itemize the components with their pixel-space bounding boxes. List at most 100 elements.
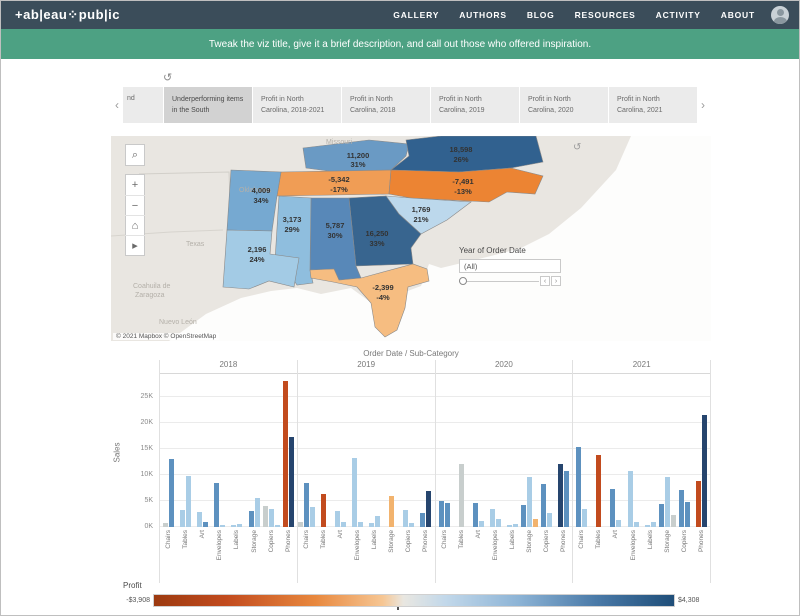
bar[interactable]	[610, 489, 615, 527]
bar[interactable]	[197, 512, 202, 527]
bar[interactable]	[702, 415, 707, 527]
sheet-tab[interactable]: Underperforming items in the South	[164, 87, 252, 123]
bar[interactable]	[263, 506, 268, 527]
sheet-tab[interactable]: Profit in North Carolina, 2018-2021	[253, 87, 341, 123]
bar[interactable]	[269, 509, 274, 527]
bar[interactable]	[473, 503, 478, 527]
nav-item-activity[interactable]: ACTIVITY	[656, 10, 701, 20]
bar[interactable]	[616, 520, 621, 527]
category-label: Art	[607, 527, 624, 583]
bar[interactable]	[547, 513, 552, 527]
sheet-tab[interactable]: Profit in North Carolina, 2019	[431, 87, 519, 123]
bar[interactable]	[521, 505, 526, 527]
zoom-in-icon[interactable]: +	[125, 175, 145, 195]
user-avatar-icon[interactable]	[771, 6, 789, 24]
category-label: Copiers	[538, 527, 555, 583]
tableau-public-logo[interactable]: +ab|eau⁘pub|ic	[15, 7, 120, 23]
undo-icon[interactable]: ↺	[163, 71, 172, 84]
tabs-scroll-left-icon[interactable]: ‹	[111, 98, 123, 112]
category-tables	[315, 374, 332, 527]
bar[interactable]	[582, 509, 587, 527]
sheet-tab[interactable]: Profit in North Carolina, 2018	[342, 87, 430, 123]
home-icon[interactable]: ⌂	[125, 215, 145, 235]
bar[interactable]	[628, 471, 633, 527]
pan-icon[interactable]: ▸	[125, 235, 145, 255]
nav-item-resources[interactable]: RESOURCES	[575, 10, 636, 20]
category-label: Phones	[555, 527, 572, 583]
sales-bar-chart: Order Date / Sub-Category Sales 0K5K10K1…	[111, 346, 711, 583]
bar[interactable]	[685, 502, 690, 527]
bar[interactable]	[389, 496, 394, 527]
map-reset-icon[interactable]: ↺	[573, 142, 581, 153]
year-filter-value[interactable]: (All)	[459, 259, 561, 273]
category-envelopes	[625, 374, 642, 527]
bar[interactable]	[169, 459, 174, 527]
bar[interactable]	[289, 437, 294, 527]
category-tables	[453, 374, 470, 527]
bar[interactable]	[665, 477, 670, 527]
bar[interactable]	[564, 471, 569, 527]
bar[interactable]	[283, 381, 288, 527]
slider-right-icon[interactable]: ›	[551, 276, 561, 286]
bar[interactable]	[403, 510, 408, 527]
legend-gradient-bar[interactable]	[153, 594, 675, 607]
slider-left-icon[interactable]: ‹	[540, 276, 550, 286]
year-group-2019: 2019ChairsTablesArtEnvelopesLabelsStorag…	[297, 360, 435, 583]
category-phones	[280, 374, 297, 527]
bar[interactable]	[255, 498, 260, 527]
bar[interactable]	[679, 490, 684, 527]
map-search-button[interactable]: ⌕	[125, 144, 145, 166]
top-navbar: +ab|eau⁘pub|ic GALLERY AUTHORS BLOG RESOURC…	[1, 1, 799, 29]
bar[interactable]	[186, 476, 191, 527]
nav-item-blog[interactable]: BLOG	[527, 10, 555, 20]
sheet-tab[interactable]: Profit in North Carolina, 2020	[520, 87, 608, 123]
bar[interactable]	[214, 483, 219, 527]
map-attribution[interactable]: © 2021 Mapbox © OpenStreetMap	[113, 333, 219, 340]
slider-track[interactable]	[459, 281, 539, 282]
bar[interactable]	[335, 511, 340, 527]
nav-item-about[interactable]: ABOUT	[721, 10, 755, 20]
year-filter-title: Year of Order Date	[459, 246, 673, 255]
bar[interactable]	[496, 519, 501, 527]
state-pct: 29%	[284, 225, 299, 234]
bar[interactable]	[180, 510, 185, 527]
bar[interactable]	[696, 481, 701, 527]
bar[interactable]	[426, 491, 431, 527]
bar[interactable]	[321, 494, 326, 527]
bar[interactable]	[596, 455, 601, 527]
category-phones	[417, 374, 434, 527]
bar[interactable]	[445, 503, 450, 527]
nav-item-authors[interactable]: AUTHORS	[459, 10, 507, 20]
category-storage	[383, 374, 400, 527]
bar[interactable]	[558, 464, 563, 527]
category-copiers	[400, 374, 417, 527]
sheet-tabbar: ‹ nd Underperforming items in the SouthP…	[111, 87, 711, 123]
y-axis: Sales 0K5K10K15K20K25K	[111, 360, 159, 583]
year-label: 2021	[573, 360, 710, 374]
bar[interactable]	[375, 516, 380, 527]
bar[interactable]	[490, 509, 495, 527]
tabs-scroll-right-icon[interactable]: ›	[697, 98, 709, 112]
category-labels	[366, 374, 383, 527]
bar[interactable]	[249, 511, 254, 527]
slider-handle[interactable]	[459, 277, 467, 285]
sheet-tab[interactable]: Profit in North Carolina, 2021	[609, 87, 697, 123]
year-filter: Year of Order Date (All) ‹ ›	[459, 246, 673, 288]
bar[interactable]	[304, 483, 309, 527]
sheet-tab-partial[interactable]: nd	[123, 87, 163, 123]
bar[interactable]	[352, 458, 357, 527]
category-copiers	[538, 374, 555, 527]
bar[interactable]	[459, 464, 464, 527]
bar[interactable]	[439, 501, 444, 527]
map-label-texas: Texas	[186, 241, 205, 248]
bar[interactable]	[576, 447, 581, 527]
category-label: Envelopes	[349, 527, 366, 583]
bar[interactable]	[541, 484, 546, 527]
bar[interactable]	[527, 477, 532, 527]
zoom-out-icon[interactable]: −	[125, 195, 145, 215]
nav-item-gallery[interactable]: GALLERY	[393, 10, 439, 20]
year-group-2021: 2021ChairsTablesArtEnvelopesLabelsStorag…	[572, 360, 711, 583]
bar[interactable]	[659, 504, 664, 527]
bar[interactable]	[420, 513, 425, 527]
category-label: Phones	[693, 527, 710, 583]
